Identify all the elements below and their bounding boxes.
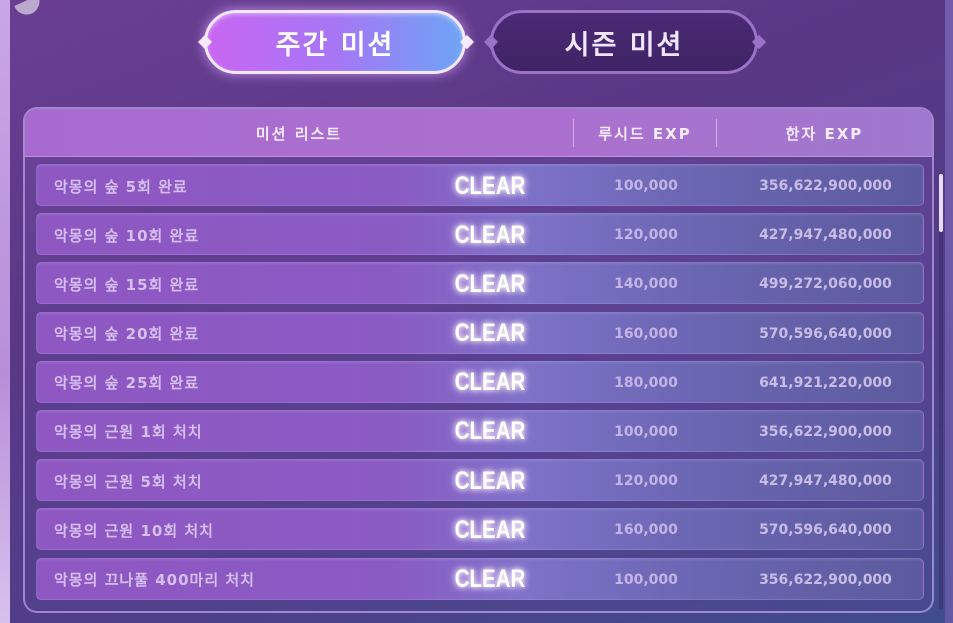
- sparkle-decoration: [14, 0, 44, 19]
- tab-weekly-mission[interactable]: 주간 미션: [204, 10, 466, 74]
- clear-badge: CLEAR: [454, 565, 526, 593]
- mission-row: 악몽의 근원 5회 처치 CLEAR 120,000 427,947,480,0…: [36, 459, 924, 502]
- clear-badge: CLEAR: [454, 417, 526, 446]
- lucid-exp-value: 100,000: [614, 571, 678, 588]
- scrollbar-track[interactable]: [939, 174, 943, 609]
- mission-name: 악몽의 숲 5회 완료: [54, 177, 188, 196]
- mission-row: 악몽의 숲 5회 완료 CLEAR 100,000 356,622,900,00…: [36, 164, 924, 206]
- tab-season-label: 시즌 미션: [564, 29, 684, 61]
- clear-badge: CLEAR: [454, 466, 526, 495]
- lucid-exp-value: 120,000: [614, 473, 678, 490]
- hanja-exp-value: 427,947,480,000: [759, 227, 892, 244]
- mission-panel: 미션 리스트 루시드 EXP 한자 EXP 악몽의 숲 5회 완료 CLEAR …: [23, 107, 934, 613]
- header-hanja-exp: 한자 EXP: [785, 124, 864, 143]
- lucid-exp-value: 100,000: [614, 423, 678, 440]
- left-frame-edge: [0, 0, 10, 623]
- header-lucid-exp: 루시드 EXP: [598, 124, 692, 143]
- mission-tabs: 주간 미션 시즌 미션: [197, 10, 767, 74]
- tab-weekly-label: 주간 미션: [275, 29, 395, 61]
- mission-row: 악몽의 숲 20회 완료 CLEAR 160,000 570,596,640,0…: [36, 311, 924, 354]
- hanja-exp-value: 570,596,640,000: [759, 325, 892, 342]
- mission-name: 악몽의 숲 20회 완료: [54, 325, 200, 344]
- hanja-exp-value: 499,272,060,000: [759, 276, 892, 293]
- tab-season-mission[interactable]: 시즌 미션: [490, 10, 758, 74]
- mission-name: 악몽의 숲 25회 완료: [54, 374, 200, 393]
- hanja-exp-value: 570,596,640,000: [759, 522, 892, 539]
- mission-row: 악몽의 근원 10회 처치 CLEAR 160,000 570,596,640,…: [36, 508, 924, 551]
- mission-name: 악몽의 근원 10회 처치: [54, 521, 214, 540]
- mission-row: 악몽의 숲 15회 완료 CLEAR 140,000 499,272,060,0…: [36, 262, 924, 305]
- clear-badge: CLEAR: [454, 319, 526, 348]
- hanja-exp-value: 356,622,900,000: [759, 423, 892, 440]
- lucid-exp-value: 140,000: [614, 276, 678, 293]
- mission-table-header: 미션 리스트 루시드 EXP 한자 EXP: [25, 109, 932, 157]
- clear-badge: CLEAR: [454, 269, 526, 298]
- lucid-exp-value: 120,000: [614, 227, 678, 244]
- lucid-exp-value: 160,000: [614, 325, 678, 342]
- hanja-exp-value: 356,622,900,000: [759, 178, 892, 194]
- clear-badge: CLEAR: [454, 171, 526, 200]
- mission-name: 악몽의 숲 15회 완료: [54, 275, 200, 294]
- hanja-exp-value: 641,921,220,000: [759, 374, 892, 391]
- mission-row: 악몽의 숲 25회 완료 CLEAR 180,000 641,921,220,0…: [36, 360, 924, 403]
- scrollbar-thumb[interactable]: [939, 174, 943, 232]
- header-mission-list: 미션 리스트: [255, 124, 343, 143]
- mission-row: 악몽의 끄나풀 400마리 처치 CLEAR 100,000 356,622,9…: [36, 557, 924, 600]
- mission-name: 악몽의 끄나풀 400마리 처치: [54, 571, 255, 589]
- mission-name: 악몽의 숲 10회 완료: [54, 226, 200, 245]
- mission-name: 악몽의 근원 1회 처치: [54, 423, 203, 442]
- right-frame-edge: [945, 0, 953, 623]
- mission-list: 악몽의 숲 5회 완료 CLEAR 100,000 356,622,900,00…: [36, 164, 924, 607]
- mission-name: 악몽의 근원 5회 처치: [54, 472, 203, 491]
- mission-row: 악몽의 숲 10회 완료 CLEAR 120,000 427,947,480,0…: [36, 213, 924, 256]
- lucid-exp-value: 180,000: [614, 374, 678, 391]
- mission-row: 악몽의 근원 1회 처치 CLEAR 100,000 356,622,900,0…: [36, 409, 924, 452]
- hanja-exp-value: 427,947,480,000: [759, 473, 892, 490]
- clear-badge: CLEAR: [454, 515, 526, 544]
- hanja-exp-value: 356,622,900,000: [759, 571, 892, 588]
- clear-badge: CLEAR: [454, 368, 526, 397]
- lucid-exp-value: 160,000: [614, 522, 678, 539]
- clear-badge: CLEAR: [454, 220, 526, 249]
- lucid-exp-value: 100,000: [614, 178, 678, 194]
